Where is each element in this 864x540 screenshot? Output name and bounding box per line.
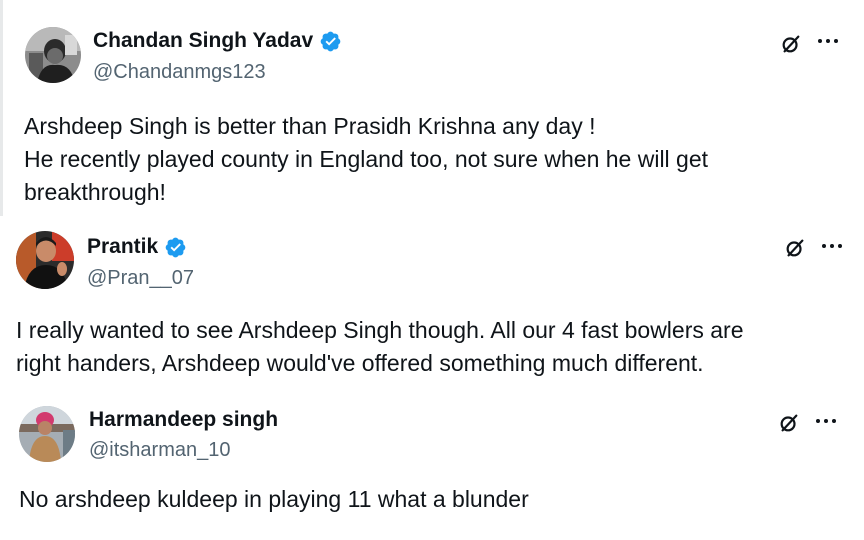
- avatar[interactable]: [25, 27, 81, 83]
- display-name[interactable]: Prantik: [87, 235, 158, 259]
- user-handle[interactable]: @Pran__07: [87, 267, 194, 290]
- more-options-icon[interactable]: [817, 37, 839, 45]
- display-name[interactable]: Chandan Singh Yadav: [93, 29, 313, 53]
- display-name[interactable]: Harmandeep singh: [89, 408, 278, 432]
- tweet-card[interactable]: Prantik @Pran__07 I really wanted to see…: [0, 216, 864, 390]
- tweet-card[interactable]: Harmandeep singh @itsharman_10 No arshde…: [0, 390, 864, 540]
- user-handle[interactable]: @Chandanmgs123: [93, 61, 266, 84]
- avatar[interactable]: [16, 231, 74, 289]
- avatar[interactable]: [19, 406, 75, 462]
- divider: [0, 0, 3, 216]
- grok-icon[interactable]: [780, 33, 802, 55]
- grok-icon[interactable]: [778, 412, 800, 434]
- tweet-text: No arshdeep kuldeep in playing 11 what a…: [19, 486, 529, 512]
- tweet-text: Arshdeep Singh is better than Prasidh Kr…: [24, 113, 709, 205]
- verified-badge-icon: [320, 31, 341, 51]
- tweet-card[interactable]: Chandan Singh Yadav @Chandanmgs123 Arshd…: [0, 0, 864, 216]
- verified-badge-icon: [165, 237, 186, 257]
- tweet-text: I really wanted to see Arshdeep Singh th…: [16, 317, 744, 376]
- grok-icon[interactable]: [784, 237, 806, 259]
- more-options-icon[interactable]: [815, 417, 837, 425]
- more-options-icon[interactable]: [821, 242, 843, 250]
- user-handle[interactable]: @itsharman_10: [89, 439, 230, 462]
